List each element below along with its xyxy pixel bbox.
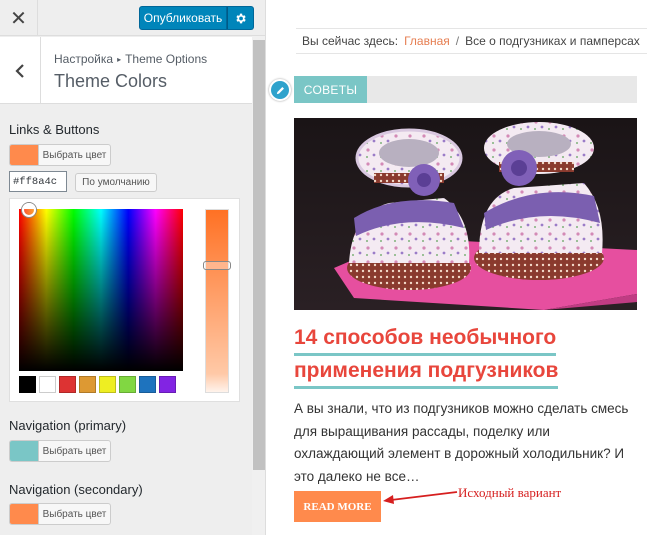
palette-swatch[interactable]	[139, 376, 156, 393]
customizer-topbar: ✕ Опубликовать	[0, 0, 265, 36]
default-color-button[interactable]: По умолчанию	[75, 173, 157, 192]
sidebar-scrollbar-thumb[interactable]	[253, 40, 265, 470]
palette-swatch[interactable]	[119, 376, 136, 393]
nav-primary-color-button[interactable]: Выбрать цвет	[9, 440, 111, 462]
publish-button[interactable]: Опубликовать	[139, 6, 227, 30]
customizer-sidebar: ✕ Опубликовать Настройка ▸ Theme Options T…	[0, 0, 266, 535]
breadcrumb-prefix: Вы сейчас здесь:	[302, 34, 399, 48]
post-title[interactable]: 14 способов необычного применения подгуз…	[294, 323, 634, 389]
palette-swatch[interactable]	[59, 376, 76, 393]
breadcrumb-current: Все о подгузниках и памперсах	[465, 34, 640, 48]
palette-swatch[interactable]	[159, 376, 176, 393]
color-picker	[9, 198, 240, 402]
edit-shortcut-button[interactable]	[269, 79, 291, 101]
color-button-label: Выбрать цвет	[42, 445, 107, 457]
saturation-handle[interactable]	[22, 203, 36, 217]
site-breadcrumb: Вы сейчас здесь: Главная / Все о подгузн…	[296, 28, 647, 54]
hue-slider[interactable]	[205, 209, 229, 393]
palette-swatch[interactable]	[19, 376, 36, 393]
saturation-value-square[interactable]	[19, 209, 183, 371]
post-excerpt: А вы знали, что из подгузников можно сде…	[294, 401, 629, 484]
post-title-line-1: 14 способов необычного	[294, 323, 557, 356]
nav-primary-swatch	[10, 441, 39, 461]
post-title-line-2: применения подгузников	[294, 356, 559, 389]
hex-color-input[interactable]	[9, 171, 67, 192]
color-palette	[19, 376, 176, 393]
close-customizer-button[interactable]: ✕	[0, 0, 38, 36]
chevron-left-icon	[15, 63, 24, 78]
category-tag[interactable]: СОВЕТЫ	[294, 76, 367, 103]
color-button-label: Выбрать цвет	[42, 149, 107, 161]
section-title: Theme Colors	[54, 71, 168, 91]
nav-secondary-swatch	[10, 504, 39, 524]
annotation-arrow	[383, 491, 458, 504]
links-buttons-swatch	[10, 145, 39, 165]
links-buttons-label: Links & Buttons	[9, 122, 100, 137]
links-buttons-color-button[interactable]: Выбрать цвет	[9, 144, 111, 166]
section-header: Настройка ▸ Theme Options Theme Colors	[0, 37, 252, 104]
nav-secondary-color-button[interactable]: Выбрать цвет	[9, 503, 111, 525]
crumb-separator: ▸	[117, 55, 122, 64]
crumb-parent: Настройка	[54, 52, 114, 66]
palette-swatch[interactable]	[79, 376, 96, 393]
breadcrumb-home-link[interactable]: Главная	[404, 34, 450, 48]
section-breadcrumb: Настройка ▸ Theme Options	[54, 52, 207, 66]
color-button-label: Выбрать цвет	[42, 508, 107, 520]
post-image[interactable]	[294, 118, 637, 310]
crumb-child: Theme Options	[125, 52, 208, 66]
publish-settings-button[interactable]	[227, 6, 254, 30]
palette-swatch[interactable]	[99, 376, 116, 393]
read-more-button[interactable]: READ MORE	[294, 491, 381, 522]
pencil-icon	[276, 86, 284, 94]
nav-secondary-label: Navigation (secondary)	[9, 482, 143, 497]
annotation-label: Исходный вариант	[458, 485, 562, 500]
hue-slider-handle[interactable]	[203, 261, 231, 270]
nav-primary-label: Navigation (primary)	[9, 418, 127, 433]
palette-swatch[interactable]	[39, 376, 56, 393]
close-icon: ✕	[10, 7, 27, 30]
breadcrumb-slash: /	[455, 34, 460, 48]
back-button[interactable]	[0, 37, 41, 104]
gear-icon	[236, 13, 246, 23]
